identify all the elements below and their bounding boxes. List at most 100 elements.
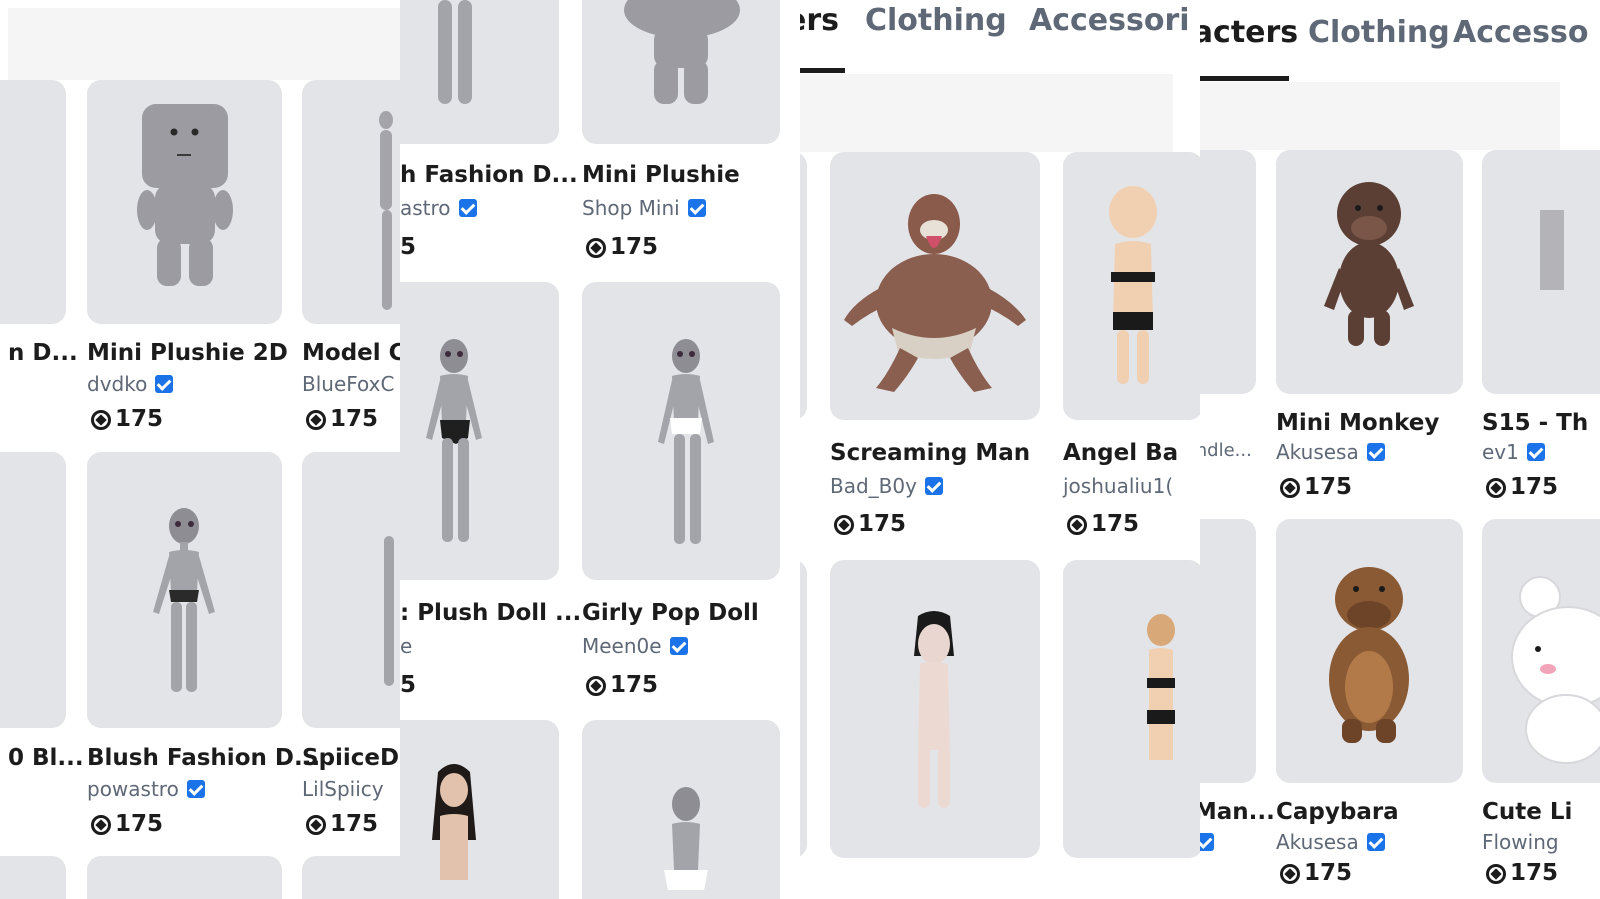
item-thumbnail[interactable] (302, 856, 400, 899)
search-bar-area (800, 74, 1173, 152)
tab-accessories[interactable]: Accesso (1453, 18, 1588, 48)
tab-clothing[interactable]: Clothing (1308, 18, 1450, 48)
creator-name[interactable]: Akusesa (1276, 442, 1359, 462)
robux-icon (586, 675, 606, 696)
item-thumbnail[interactable] (1482, 150, 1600, 394)
item-creator[interactable]: LilSpiicy (302, 779, 384, 799)
creator-name[interactable]: powastro (87, 779, 179, 799)
item-thumbnail[interactable] (1276, 519, 1463, 783)
mini-plushie-figure (624, 0, 740, 104)
creator-name[interactable]: Meen0e (582, 636, 662, 656)
item-thumbnail[interactable] (830, 152, 1040, 420)
fashion-doll-legs (438, 0, 472, 104)
item-thumbnail[interactable] (830, 560, 1040, 858)
item-price: 175 (586, 236, 658, 259)
item-creator[interactable]: powastro (87, 779, 205, 799)
capybara-figure (1329, 567, 1409, 743)
item-creator[interactable]: Akusesa (1276, 442, 1385, 462)
tab-accessories[interactable]: Accessori (1029, 6, 1190, 36)
creator-name[interactable]: BlueFoxC (302, 374, 394, 394)
item-creator[interactable]: ev1 (1482, 442, 1545, 462)
item-creator[interactable]: e (400, 636, 412, 656)
item-thumbnail[interactable] (1200, 150, 1256, 394)
item-thumbnail[interactable] (87, 856, 282, 899)
item-creator[interactable]: joshualiu1( (1063, 476, 1173, 496)
tab-active-underline (800, 68, 845, 73)
tab-clothing[interactable]: Clothing (865, 6, 1007, 36)
item-name[interactable]: Girly Pop Doll (582, 602, 759, 625)
creator-name[interactable]: astro (400, 198, 451, 218)
item-name[interactable]: n D... (8, 342, 78, 365)
item-thumbnail[interactable] (1063, 560, 1200, 858)
item-thumbnail[interactable] (1200, 519, 1256, 783)
item-thumbnail[interactable] (582, 282, 780, 580)
item-thumbnail[interactable] (0, 856, 66, 899)
item-price: 175 (91, 408, 163, 431)
creator-name[interactable]: Bad_B0y (830, 476, 917, 496)
item-thumbnail[interactable] (0, 452, 66, 728)
item-name[interactable]: Screaming Man (830, 442, 1030, 465)
item-name[interactable]: Mini Plushie (582, 164, 740, 187)
item-thumbnail[interactable] (582, 720, 780, 899)
item-price: 5 (400, 674, 416, 697)
screenshot-panel-3: ers Clothing Accessori Screaming Man Bad… (800, 0, 1200, 899)
search-bar-area (1200, 82, 1560, 150)
item-thumbnail[interactable] (87, 80, 282, 324)
item-creator[interactable]: Bad_B0y (830, 476, 943, 496)
item-thumbnail[interactable] (302, 452, 400, 728)
item-name[interactable]: : Plush Doll ... (400, 602, 581, 625)
item-thumbnail[interactable] (400, 282, 559, 580)
item-name[interactable]: Cute Li (1482, 801, 1572, 824)
verified-badge-icon (1366, 443, 1385, 461)
creator-name[interactable]: joshualiu1( (1063, 476, 1173, 496)
item-name[interactable]: Mini Plushie 2D (87, 342, 288, 365)
item-creator[interactable]: Meen0e (582, 636, 688, 656)
tab-characters[interactable]: ers (800, 6, 839, 36)
item-name[interactable]: l Man... (1200, 801, 1275, 824)
item-name[interactable]: SpiiceD (302, 747, 399, 770)
item-name[interactable]: S15 - Th (1482, 412, 1588, 435)
item-name[interactable]: Model C (302, 342, 400, 365)
item-creator[interactable]: dvdko (87, 374, 174, 394)
item-name[interactable]: Bundle... (1200, 442, 1252, 460)
item-thumbnail[interactable] (400, 720, 559, 899)
item-creator[interactable]: Flowing (1482, 832, 1559, 852)
item-name[interactable]: 0 Bl... (8, 747, 84, 770)
tan-doll-figure (1147, 614, 1175, 760)
item-creator[interactable]: BlueFoxC (302, 374, 394, 394)
item-thumbnail[interactable] (1276, 150, 1463, 394)
item-creator[interactable]: v (1200, 832, 1214, 852)
item-thumbnail[interactable] (87, 452, 282, 728)
item-thumbnail[interactable] (800, 560, 807, 858)
price-value: 5 (400, 234, 417, 260)
item-name[interactable]: Capybara (1276, 801, 1399, 824)
price-value: 175 (330, 811, 379, 837)
item-name[interactable]: Angel Ba (1063, 442, 1178, 465)
creator-name[interactable]: dvdko (87, 374, 147, 394)
item-creator[interactable]: Akusesa (1276, 832, 1385, 852)
item-creator[interactable]: astro (400, 198, 477, 218)
item-name[interactable]: h Fashion D... (400, 164, 578, 187)
creator-name[interactable]: ev1 (1482, 442, 1519, 462)
creator-name[interactable]: Shop Mini (582, 198, 680, 218)
item-name[interactable]: Mini Monkey (1276, 412, 1439, 435)
item-thumbnail[interactable] (1063, 152, 1200, 420)
creator-name[interactable]: LilSpiicy (302, 779, 384, 799)
creator-name[interactable]: e (400, 636, 412, 656)
item-name[interactable]: Blush Fashion D... (87, 747, 320, 770)
price-value: 175 (115, 406, 164, 432)
robux-icon (1486, 477, 1506, 498)
item-thumbnail[interactable] (0, 80, 66, 324)
tab-characters[interactable]: racters (1200, 18, 1298, 48)
item-creator[interactable]: Shop Mini (582, 198, 706, 218)
item-thumbnail[interactable] (302, 80, 400, 324)
mini-plushie-2d-figure (137, 104, 233, 286)
creator-name[interactable]: Flowing (1482, 832, 1559, 852)
item-thumbnail[interactable] (582, 0, 780, 144)
creator-name[interactable]: Akusesa (1276, 832, 1359, 852)
item-thumbnail[interactable] (1482, 519, 1600, 783)
item-thumbnail[interactable] (400, 0, 559, 144)
price-value: 175 (610, 672, 659, 698)
item-thumbnail[interactable] (800, 152, 807, 420)
price-value: 5 (400, 672, 417, 698)
